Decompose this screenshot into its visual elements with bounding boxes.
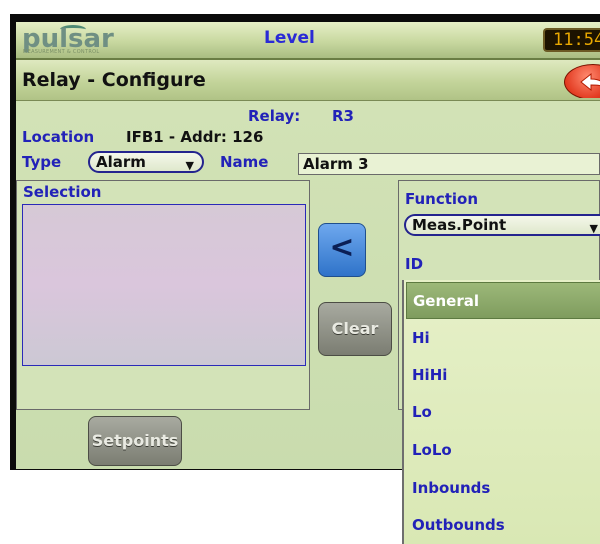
function-select-value: Meas.Point	[412, 216, 507, 234]
type-select-value: Alarm	[96, 153, 146, 171]
id-option-lolo[interactable]: LoLo	[406, 432, 600, 469]
back-button[interactable]	[564, 64, 600, 98]
back-arrow-icon	[564, 64, 600, 98]
id-dropdown-list: General Hi HiHi Lo LoLo Inbounds Outboun…	[402, 280, 600, 544]
page-title: Relay - Configure	[22, 69, 206, 91]
location-label: Location	[22, 128, 95, 146]
name-field[interactable]: Alarm 3	[298, 153, 600, 175]
type-label: Type	[22, 153, 62, 171]
relay-value: R3	[332, 107, 354, 125]
page-header: Relay - Configure	[16, 60, 600, 101]
app-title: Level	[264, 28, 315, 48]
id-option-outbounds[interactable]: Outbounds	[406, 507, 600, 544]
relay-label: Relay:	[248, 107, 301, 125]
logo-tagline: MEASUREMENT & CONTROL	[23, 49, 100, 55]
location-value: IFB1 - Addr: 126	[126, 128, 264, 146]
selection-label: Selection	[23, 183, 102, 201]
id-option-inbounds[interactable]: Inbounds	[406, 470, 600, 507]
setpoints-button[interactable]: Setpoints	[88, 416, 182, 466]
top-bar: pulsar MEASUREMENT & CONTROL Level 11:54	[16, 22, 600, 60]
pulsar-logo: pulsar MEASUREMENT & CONTROL	[22, 24, 114, 55]
chevron-down-icon: ▼	[589, 222, 598, 235]
selection-list[interactable]	[22, 204, 306, 366]
id-label: ID	[405, 255, 424, 273]
clear-button[interactable]: Clear	[318, 302, 392, 356]
id-option-lo[interactable]: Lo	[406, 394, 600, 431]
chevron-down-icon: ▼	[185, 159, 194, 172]
function-label: Function	[405, 190, 479, 208]
move-left-button[interactable]: <	[318, 223, 366, 277]
function-select[interactable]: Meas.Point ▼	[404, 214, 600, 236]
id-option-hihi[interactable]: HiHi	[406, 357, 600, 394]
id-option-hi[interactable]: Hi	[406, 320, 600, 357]
id-option-general[interactable]: General	[406, 282, 600, 319]
type-select[interactable]: Alarm ▼	[88, 151, 204, 173]
clock-display: 11:54	[543, 28, 600, 52]
name-label: Name	[220, 153, 269, 171]
